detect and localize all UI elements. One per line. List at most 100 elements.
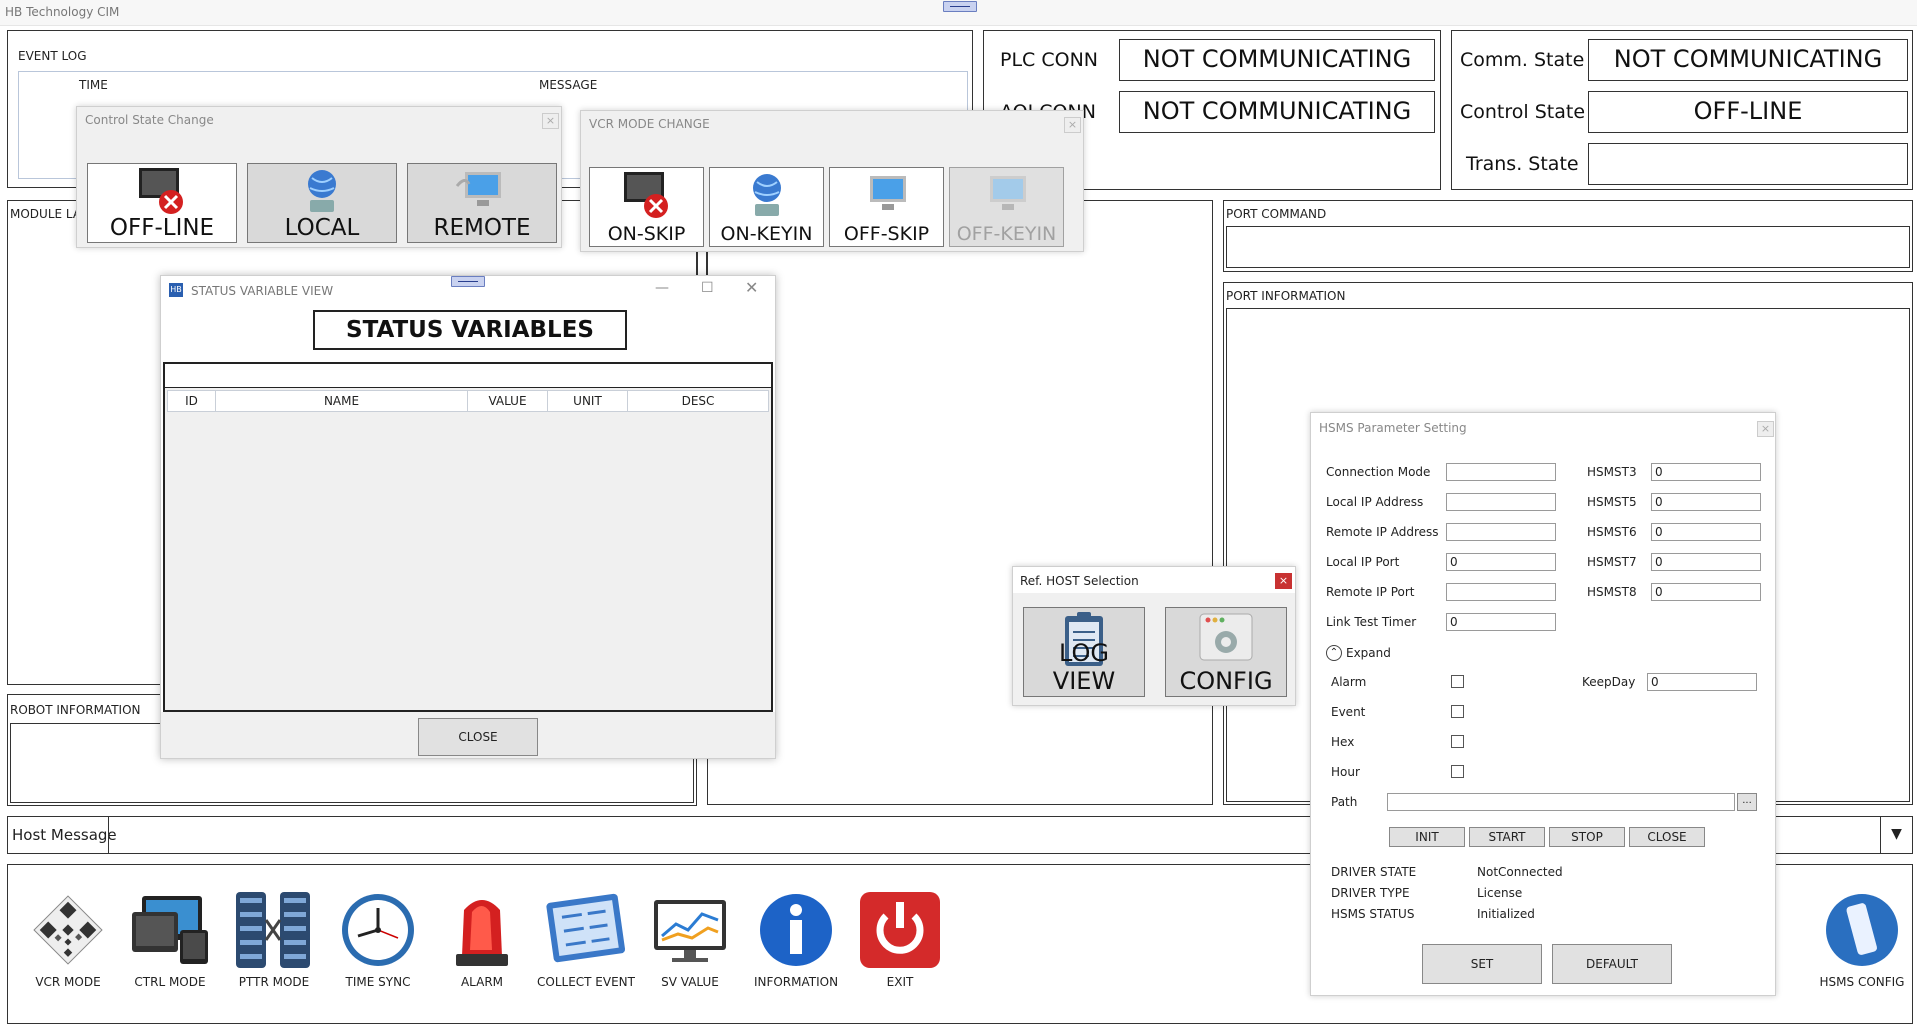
local-port-label: Local IP Port bbox=[1326, 555, 1400, 569]
drag-handle-icon[interactable] bbox=[451, 276, 485, 287]
connection-mode-input[interactable] bbox=[1446, 463, 1556, 481]
local-ip-input[interactable] bbox=[1446, 493, 1556, 511]
sv-value-button[interactable]: SV VALUE bbox=[648, 890, 732, 989]
remote-port-label: Remote IP Port bbox=[1326, 585, 1415, 599]
phone-icon bbox=[1826, 894, 1898, 966]
keepday-label: KeepDay bbox=[1582, 675, 1636, 689]
config-button[interactable]: CONFIG bbox=[1165, 607, 1287, 697]
alarm-checkbox[interactable] bbox=[1451, 675, 1464, 688]
hex-checkbox[interactable] bbox=[1451, 735, 1464, 748]
event-check-label: Event bbox=[1331, 705, 1366, 719]
close-icon[interactable]: × bbox=[1757, 421, 1774, 437]
close-icon[interactable]: ✕ bbox=[745, 278, 758, 297]
minimize-icon[interactable]: — bbox=[655, 280, 669, 296]
siren-icon bbox=[456, 900, 508, 966]
time-sync-label: TIME SYNC bbox=[345, 975, 411, 989]
close-icon[interactable]: × bbox=[1064, 117, 1081, 133]
exit-button[interactable]: EXIT bbox=[858, 890, 942, 989]
close-button[interactable]: CLOSE bbox=[1629, 827, 1705, 847]
status-variables-heading: STATUS VARIABLES bbox=[313, 310, 627, 350]
event-checkbox[interactable] bbox=[1451, 705, 1464, 718]
status-variables-table[interactable]: ID NAME VALUE UNIT DESC bbox=[163, 362, 773, 712]
local-globe-icon bbox=[308, 170, 336, 212]
remote-ip-input[interactable] bbox=[1446, 523, 1556, 541]
checklist-icon bbox=[546, 893, 626, 963]
driver-state-label: DRIVER STATE bbox=[1331, 865, 1417, 879]
hsmst5-input[interactable]: 0 bbox=[1651, 493, 1761, 511]
col-id[interactable]: ID bbox=[168, 391, 216, 411]
aoi-conn-value: NOT COMMUNICATING bbox=[1119, 91, 1435, 133]
status-close-button[interactable]: CLOSE bbox=[418, 718, 538, 756]
local-ip-label: Local IP Address bbox=[1326, 495, 1424, 509]
close-icon[interactable]: × bbox=[542, 113, 559, 129]
offline-button[interactable]: OFF-LINE bbox=[87, 163, 237, 243]
trans-state-value bbox=[1588, 143, 1908, 185]
col-desc[interactable]: DESC bbox=[628, 391, 768, 411]
col-value[interactable]: VALUE bbox=[468, 391, 548, 411]
table-top-strip bbox=[165, 364, 771, 388]
ctrl-mode-button[interactable]: CTRL MODE bbox=[128, 890, 212, 989]
drag-handle-icon[interactable] bbox=[943, 1, 977, 12]
hour-check-label: Hour bbox=[1331, 765, 1360, 779]
app-icon: HB bbox=[169, 283, 183, 297]
hsmst8-input[interactable]: 0 bbox=[1651, 583, 1761, 601]
driver-type-value: License bbox=[1477, 886, 1523, 900]
alarm-check-label: Alarm bbox=[1331, 675, 1367, 689]
time-sync-button[interactable]: TIME SYNC bbox=[336, 890, 420, 989]
hsms-config-label: HSMS CONFIG bbox=[1819, 975, 1905, 989]
port-info-label: PORT INFORMATION bbox=[1226, 289, 1346, 303]
host-message-dropdown-icon[interactable]: ▼ bbox=[1880, 817, 1912, 853]
init-button[interactable]: INIT bbox=[1389, 827, 1465, 847]
host-selection-title: Ref. HOST Selection bbox=[1020, 574, 1139, 588]
maximize-icon[interactable]: ☐ bbox=[701, 280, 714, 296]
states-panel: Comm. State NOT COMMUNICATING Control St… bbox=[1451, 30, 1913, 190]
qr-code-icon bbox=[33, 895, 103, 965]
offline-monitor-icon bbox=[139, 168, 183, 214]
vcr-mode-button[interactable]: VCR MODE bbox=[28, 890, 108, 989]
col-message[interactable]: MESSAGE bbox=[539, 78, 597, 92]
remote-button[interactable]: REMOTE bbox=[407, 163, 557, 243]
remote-port-input[interactable] bbox=[1446, 583, 1556, 601]
ctrl-mode-label: CTRL MODE bbox=[134, 975, 206, 989]
event-log-label: EVENT LOG bbox=[18, 49, 87, 63]
log-view-button[interactable]: LOG VIEW bbox=[1023, 607, 1145, 697]
information-button[interactable]: INFORMATION bbox=[744, 890, 848, 989]
module-layout-label: MODULE LA bbox=[10, 207, 82, 221]
off-keyin-icon bbox=[989, 176, 1026, 210]
start-button[interactable]: START bbox=[1469, 827, 1545, 847]
default-button[interactable]: DEFAULT bbox=[1552, 944, 1672, 984]
sv-value-label: SV VALUE bbox=[661, 975, 719, 989]
hsms-window: HSMS Parameter Setting × Connection Mode… bbox=[1310, 412, 1776, 996]
on-skip-button[interactable]: ON-SKIP bbox=[589, 167, 704, 247]
remote-monitor-icon bbox=[455, 172, 501, 206]
col-time[interactable]: TIME bbox=[79, 78, 108, 92]
pttr-mode-button[interactable]: PTTR MODE bbox=[232, 890, 316, 989]
link-test-input[interactable]: 0 bbox=[1446, 613, 1556, 631]
set-button[interactable]: SET bbox=[1422, 944, 1542, 984]
off-keyin-button[interactable]: OFF-KEYIN bbox=[949, 167, 1064, 247]
stop-button[interactable]: STOP bbox=[1549, 827, 1625, 847]
expand-toggle[interactable]: ⌃ Expand bbox=[1326, 645, 1391, 661]
browse-button[interactable]: ... bbox=[1737, 793, 1757, 811]
off-skip-label: OFF-SKIP bbox=[843, 223, 930, 245]
status-variable-window: HB STATUS VARIABLE VIEW — ☐ ✕ STATUS VAR… bbox=[160, 275, 776, 759]
local-port-input[interactable]: 0 bbox=[1446, 553, 1556, 571]
local-button[interactable]: LOCAL bbox=[247, 163, 397, 243]
pttr-mode-label: PTTR MODE bbox=[238, 975, 310, 989]
hsmst7-input[interactable]: 0 bbox=[1651, 553, 1761, 571]
on-keyin-button[interactable]: ON-KEYIN bbox=[709, 167, 824, 247]
col-name[interactable]: NAME bbox=[216, 391, 468, 411]
keepday-input[interactable]: 0 bbox=[1647, 673, 1757, 691]
info-icon bbox=[760, 894, 832, 966]
hsmst3-input[interactable]: 0 bbox=[1651, 463, 1761, 481]
hour-checkbox[interactable] bbox=[1451, 765, 1464, 778]
path-input[interactable] bbox=[1387, 793, 1735, 811]
col-unit[interactable]: UNIT bbox=[548, 391, 628, 411]
collect-event-button[interactable]: COLLECT EVENT bbox=[534, 890, 638, 989]
off-skip-button[interactable]: OFF-SKIP bbox=[829, 167, 944, 247]
hsms-config-button[interactable]: HSMS CONFIG bbox=[1812, 890, 1912, 989]
alarm-button[interactable]: ALARM bbox=[440, 890, 524, 989]
close-icon[interactable]: × bbox=[1275, 573, 1292, 589]
hsmst8-label: HSMST8 bbox=[1587, 585, 1637, 599]
hsmst6-input[interactable]: 0 bbox=[1651, 523, 1761, 541]
